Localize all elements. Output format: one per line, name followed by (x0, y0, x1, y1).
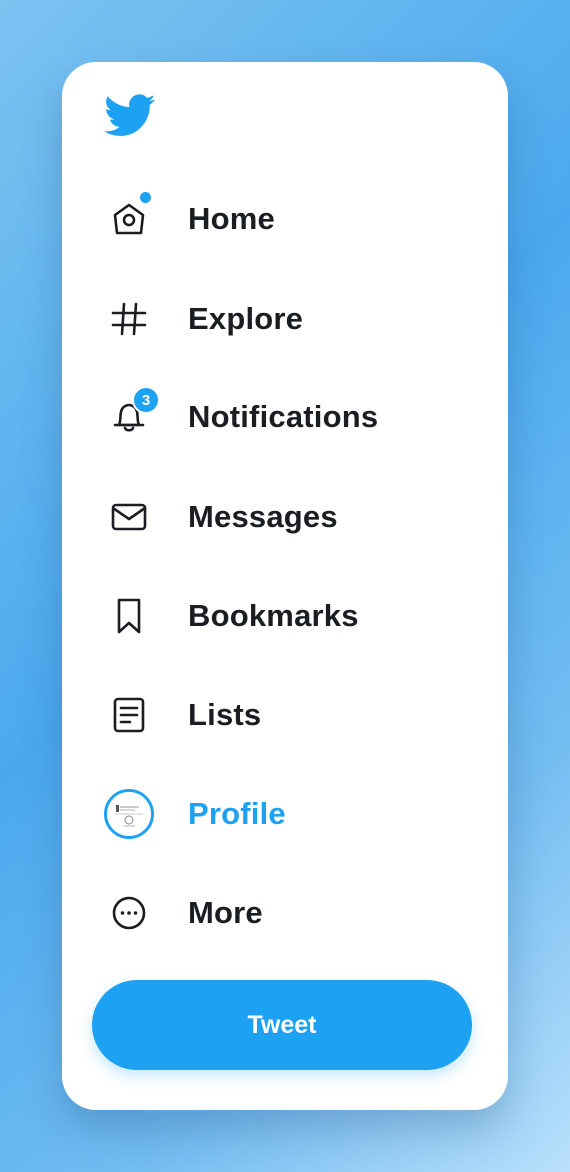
home-notification-dot (140, 192, 151, 203)
nav-item-profile[interactable]: Profile (92, 782, 472, 846)
more-icon (96, 881, 162, 945)
nav-label-explore: Explore (188, 301, 304, 336)
twitter-logo-icon[interactable] (104, 94, 156, 138)
nav-label-lists: Lists (188, 697, 262, 732)
sidebar-card: Home Explore 3 Notifications Messages Bo… (62, 62, 508, 1110)
nav-item-notifications[interactable]: 3 Notifications (92, 385, 472, 449)
bell-icon: 3 (96, 385, 162, 449)
nav-label-profile: Profile (188, 796, 286, 831)
nav-label-home: Home (188, 201, 275, 236)
nav-item-messages[interactable]: Messages (92, 485, 472, 549)
nav-label-notifications: Notifications (188, 399, 379, 434)
nav-label-more: More (188, 895, 263, 930)
notifications-count-badge: 3 (132, 386, 160, 414)
nav-item-bookmarks[interactable]: Bookmarks (92, 584, 472, 648)
home-icon (96, 187, 162, 251)
nav-item-lists[interactable]: Lists (92, 683, 472, 747)
nav-label-bookmarks: Bookmarks (188, 598, 359, 633)
nav-label-messages: Messages (188, 499, 338, 534)
hashtag-icon (96, 287, 162, 351)
envelope-icon (96, 485, 162, 549)
nav-item-more[interactable]: More (92, 881, 472, 945)
bookmark-icon (96, 584, 162, 648)
avatar (104, 789, 154, 839)
profile-icon-wrapper (96, 782, 162, 846)
nav-item-explore[interactable]: Explore (92, 287, 472, 351)
tweet-button[interactable]: Tweet (92, 980, 472, 1070)
nav-item-home[interactable]: Home (92, 187, 472, 251)
list-icon (96, 683, 162, 747)
